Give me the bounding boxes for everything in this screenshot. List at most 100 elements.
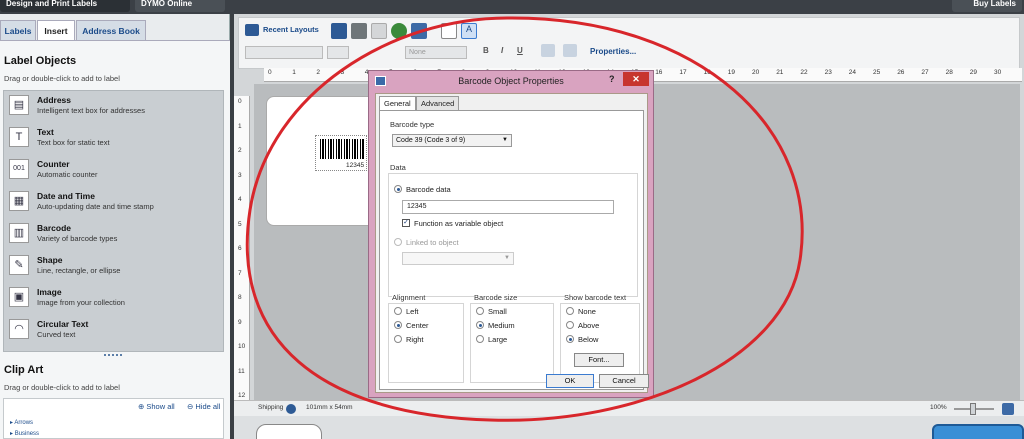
ruler-tick-label: 0	[268, 69, 272, 76]
object-date-time[interactable]: ▦ Date and Time Auto-updating date and t…	[4, 187, 225, 219]
tab-insert[interactable]: Insert	[37, 20, 75, 42]
ruler-tick-label: 1	[292, 69, 296, 76]
left-tabs: Labels Insert Address Book	[0, 18, 230, 42]
ruler-tick-label: 29	[969, 69, 978, 76]
barcode-data-radio[interactable]	[394, 185, 402, 193]
save-icon[interactable]	[331, 23, 347, 39]
object-circular-text[interactable]: ◠ Circular Text Curved text	[4, 315, 225, 347]
chevron-down-icon: ▼	[504, 255, 510, 261]
object-counter[interactable]: 001 Counter Automatic counter	[4, 155, 225, 187]
tab-address-book[interactable]: Address Book	[76, 20, 146, 42]
print-icon[interactable]	[351, 23, 367, 39]
tab-labels[interactable]: Labels	[0, 20, 36, 42]
zoom-fit-icon[interactable]	[1002, 403, 1014, 415]
shape-icon: ✎	[9, 255, 29, 275]
ruler-tick-label: 2	[316, 69, 321, 76]
linked-object-select[interactable]: ▼	[402, 252, 514, 265]
align-left-radio[interactable]	[394, 307, 402, 315]
size-medium-radio[interactable]	[476, 321, 484, 329]
object-name: Shape	[37, 255, 63, 265]
valign-icon[interactable]	[563, 44, 577, 57]
undo-icon[interactable]	[391, 23, 407, 39]
ruler-tick-label: 8	[238, 294, 242, 301]
font-size-select[interactable]	[327, 46, 349, 59]
ruler-tick-label: 1	[238, 122, 242, 130]
size-small-radio[interactable]	[476, 307, 484, 315]
size-medium-label: Medium	[488, 321, 515, 330]
ruler-tick-label: 19	[727, 69, 736, 76]
align-right-label: Right	[406, 335, 424, 344]
recent-layouts-icon	[245, 24, 259, 36]
ruler-tick-label: 16	[655, 69, 663, 76]
barcode-type-label: Barcode type	[390, 120, 435, 129]
data-label: Data	[390, 163, 406, 172]
object-barcode[interactable]: ▥ Barcode Variety of barcode types	[4, 219, 225, 251]
ruler-tick-label: 5	[238, 220, 242, 228]
italic-button[interactable]: I	[501, 46, 503, 55]
bold-button[interactable]: B	[483, 46, 489, 55]
label-objects-list: ▤ Address Intelligent text box for addre…	[3, 90, 224, 352]
printer-thumbnail	[256, 424, 322, 439]
border-select[interactable]: None	[405, 46, 467, 59]
object-text[interactable]: T Text Text box for static text	[4, 123, 225, 155]
size-small-label: Small	[488, 307, 507, 316]
tree-item-arrows[interactable]: ▸ Arrows	[10, 419, 33, 426]
hide-all-label: Hide all	[195, 402, 221, 411]
close-button[interactable]: ✕	[623, 72, 649, 86]
design-print-labels-button[interactable]: Design and Print Labels	[0, 0, 130, 12]
variable-object-label: Function as variable object	[414, 219, 504, 228]
align-icon[interactable]	[541, 44, 555, 57]
clip-art-tree: ⊕ Show all ⊖ Hide all ▸ Arrows ▸ Busines…	[3, 398, 224, 439]
properties-button[interactable]: Properties...	[590, 47, 636, 56]
show-all-button[interactable]: ⊕ Show all	[138, 402, 175, 411]
underline-button[interactable]: U	[517, 46, 523, 55]
hide-all-button[interactable]: ⊖ Hide all	[187, 402, 220, 411]
text-above-radio[interactable]	[566, 321, 574, 329]
barcode-object[interactable]: 12345	[315, 135, 367, 171]
cancel-button[interactable]: Cancel	[599, 374, 649, 388]
tree-item-business[interactable]: ▸ Business	[10, 430, 39, 437]
align-center-radio[interactable]	[394, 321, 402, 329]
object-image[interactable]: ▣ Image Image from your collection	[4, 283, 225, 315]
text-none-radio[interactable]	[566, 307, 574, 315]
barcode-type-select[interactable]: Code 39 (Code 3 of 9) ▼	[392, 134, 512, 147]
show-text-group	[560, 303, 640, 383]
text-below-radio[interactable]	[566, 335, 574, 343]
object-address[interactable]: ▤ Address Intelligent text box for addre…	[4, 91, 225, 123]
status-bar: Shipping 101mm x 54mm 100%	[234, 400, 1024, 416]
object-name: Date and Time	[37, 191, 95, 201]
variable-object-checkbox[interactable]: ✓	[402, 219, 410, 227]
print-setup-icon[interactable]	[411, 23, 427, 39]
barcode-properties-dialog: Barcode Object Properties ? ✕ General Ad…	[368, 70, 654, 398]
zoom-slider-thumb[interactable]	[970, 403, 976, 415]
recent-layouts-button[interactable]: Recent Layouts	[245, 22, 319, 38]
ruler-tick-label: 23	[824, 69, 832, 76]
text-none-label: None	[578, 307, 596, 316]
object-desc: Line, rectangle, or ellipse	[37, 266, 121, 275]
dymo-online-button[interactable]: DYMO Online	[135, 0, 225, 12]
barcode-data-input[interactable]: 12345	[402, 200, 614, 214]
font-button[interactable]: Font...	[574, 353, 624, 367]
object-shape[interactable]: ✎ Shape Line, rectangle, or ellipse	[4, 251, 225, 283]
ruler-tick-label: 18	[703, 69, 711, 76]
font-family-select[interactable]	[245, 46, 323, 59]
print-button[interactable]	[932, 424, 1024, 439]
help-button[interactable]: ?	[609, 74, 615, 84]
align-right-radio[interactable]	[394, 335, 402, 343]
linked-object-radio[interactable]	[394, 238, 402, 246]
buy-labels-button[interactable]: Buy Labels	[952, 0, 1022, 12]
ruler-tick-label: 6	[238, 245, 242, 252]
paste-icon[interactable]	[371, 23, 387, 39]
tree-label: Business	[14, 431, 40, 437]
info-icon[interactable]	[286, 404, 296, 414]
panel-resize-grip[interactable]	[104, 354, 122, 357]
layout-icon[interactable]	[441, 23, 457, 39]
barcode-size-group	[470, 303, 554, 383]
dialog-titlebar[interactable]: Barcode Object Properties ? ✕	[369, 71, 653, 91]
size-large-radio[interactable]	[476, 335, 484, 343]
tab-advanced[interactable]: Advanced	[416, 96, 460, 110]
ruler-tick-label: 22	[800, 69, 808, 76]
text-fit-icon[interactable]: A	[461, 23, 477, 39]
ok-button[interactable]: OK	[546, 374, 594, 388]
tab-general[interactable]: General	[379, 96, 416, 110]
